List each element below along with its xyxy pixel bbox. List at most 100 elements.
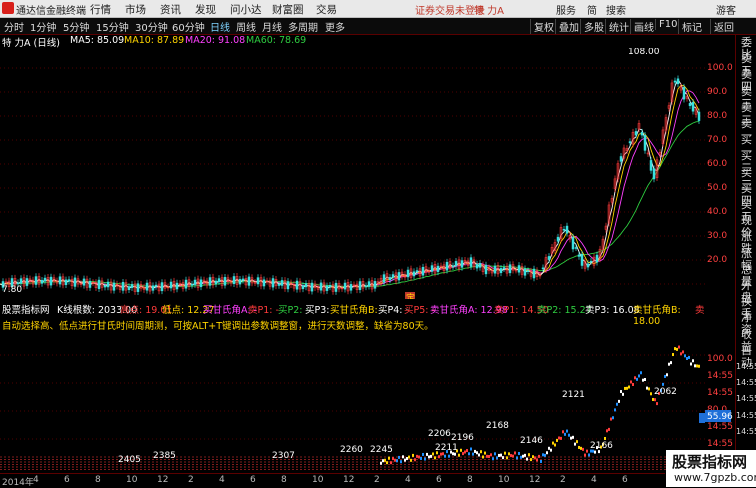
period-5min[interactable]: 5分钟 — [63, 19, 89, 34]
indicator-item: 卖 — [695, 305, 705, 316]
date-label: 4 — [405, 475, 411, 485]
period-1min[interactable]: 1分钟 — [30, 19, 56, 34]
indicator-mark — [548, 446, 550, 450]
candle-body — [136, 283, 140, 292]
candle-body — [34, 276, 38, 285]
indicator-mark — [588, 453, 590, 457]
date-label: 12 — [157, 475, 169, 485]
indicator-mark — [498, 453, 500, 457]
candle-body — [40, 280, 44, 284]
menu-item-zixun[interactable]: 资讯 — [160, 2, 181, 17]
indicator-mark — [428, 455, 430, 459]
price-chart[interactable]: 108.00 7.80 定 — [0, 48, 705, 299]
sidebar-field[interactable]: 14:55 — [736, 361, 756, 373]
back-button[interactable]: 返回 — [710, 19, 734, 34]
indicator-mark — [586, 449, 588, 453]
menu-item-jian[interactable]: 简 — [587, 2, 597, 17]
candle-body — [217, 278, 221, 282]
price-axis-label: 40.0 — [707, 207, 727, 217]
date-label: 6 — [622, 475, 628, 485]
candle-body — [262, 279, 266, 287]
candle-body — [682, 86, 686, 100]
indicator-labels: 2078212121682206219620622146224522602307… — [118, 387, 677, 465]
menu-item-search[interactable]: 搜索 — [606, 2, 626, 17]
candle-body — [64, 279, 68, 285]
menu-item-shichang[interactable]: 市场 — [125, 2, 146, 17]
indicator-mark — [544, 453, 546, 457]
menu-item-wenxiaoda[interactable]: 问小达 — [230, 2, 262, 17]
menu-item-caifuquan[interactable]: 财富圈 — [272, 2, 304, 17]
candle-body — [412, 271, 416, 277]
indicator-mark — [488, 455, 490, 459]
period-day[interactable]: 日线 — [210, 19, 230, 34]
indicator-mark — [624, 386, 626, 390]
mark-button[interactable]: 标记 — [678, 19, 702, 34]
indicator-mark — [392, 457, 394, 461]
price-axis-label: 30.0 — [707, 231, 727, 241]
sidebar-field[interactable]: 14:55 — [736, 377, 756, 389]
period-month[interactable]: 月线 — [262, 19, 282, 34]
menu-item-faxian[interactable]: 发现 — [195, 2, 216, 17]
f10-button[interactable]: F10 — [655, 19, 677, 30]
sidebar-field[interactable]: 14:55 — [736, 410, 756, 422]
indicator-point-label: 2307 — [272, 451, 295, 461]
candle-body — [382, 274, 386, 283]
sidebar-field[interactable]: 14:55 — [736, 393, 756, 405]
statistics-button[interactable]: 统计 — [605, 19, 629, 34]
indicator-mark — [604, 436, 606, 440]
indicator-point-label: 2211 — [435, 443, 458, 453]
candle-body — [82, 278, 86, 286]
indicator-chart[interactable]: 2078212121682206219620622146224522602307… — [0, 315, 705, 473]
period-30min[interactable]: 30分钟 — [135, 19, 168, 34]
candle-body — [445, 261, 449, 271]
indicator-name[interactable]: 股票指标网 — [2, 302, 50, 316]
candle-body — [388, 277, 392, 281]
candle-body — [127, 286, 131, 290]
period-multi[interactable]: 多周期 — [288, 19, 318, 34]
indicator-mark — [482, 455, 484, 459]
indicator-mark — [504, 451, 506, 455]
candle-body — [484, 264, 488, 275]
candle-body — [43, 277, 47, 282]
candle-body — [310, 282, 314, 292]
period-more[interactable]: 更多 — [325, 19, 345, 34]
site-watermark: 股票指标网 www.7gpzb.com — [666, 450, 756, 487]
indicator-mark — [468, 452, 470, 456]
fuquan-button[interactable]: 复权 — [530, 19, 554, 34]
indicator-point-label: 2405 — [118, 455, 141, 465]
indicator-mark — [580, 446, 582, 450]
ma60-value: MA60: 78.69 — [246, 35, 307, 46]
indicator-mark — [698, 364, 700, 368]
period-60min[interactable]: 60分钟 — [172, 19, 205, 34]
indicator-mark — [668, 362, 670, 366]
indicator-mark — [674, 347, 676, 351]
period-week[interactable]: 周线 — [236, 19, 256, 34]
indicator-mark — [494, 452, 496, 456]
indicator-mark — [470, 447, 472, 451]
indicator-mark — [594, 450, 596, 454]
indicator-mark — [672, 353, 674, 357]
user-guest[interactable]: 游客 — [716, 2, 736, 17]
indicator-mark — [430, 454, 432, 458]
indicator-mark — [416, 454, 418, 458]
indicator-mark — [564, 432, 566, 436]
candle-body — [595, 254, 599, 263]
overlay-button[interactable]: 叠加 — [555, 19, 579, 34]
menu-item-hangqing[interactable]: 行情 — [90, 2, 111, 17]
candle-body — [643, 135, 647, 151]
indicator-item: 买甘氏角B: - — [330, 305, 385, 316]
stock-short-name: 特 力A — [474, 6, 505, 17]
candle-body — [88, 280, 92, 288]
indicator-axis-label: 14:55 — [707, 439, 733, 449]
menu-item-jiaoyi[interactable]: 交易 — [316, 2, 337, 17]
menu-item-fuwu[interactable]: 服务 — [556, 2, 576, 17]
sidebar-field[interactable]: 14:55 — [736, 426, 756, 438]
multi-stock-button[interactable]: 多股 — [580, 19, 604, 34]
period-15min[interactable]: 15分钟 — [96, 19, 129, 34]
draw-line-button[interactable]: 画线 — [630, 19, 654, 34]
indicator-mark — [626, 386, 628, 390]
period-fenshi[interactable]: 分时 — [4, 19, 24, 34]
event-tag: 定 — [406, 292, 415, 299]
candle-body — [175, 282, 179, 290]
indicator-mark — [422, 452, 424, 456]
